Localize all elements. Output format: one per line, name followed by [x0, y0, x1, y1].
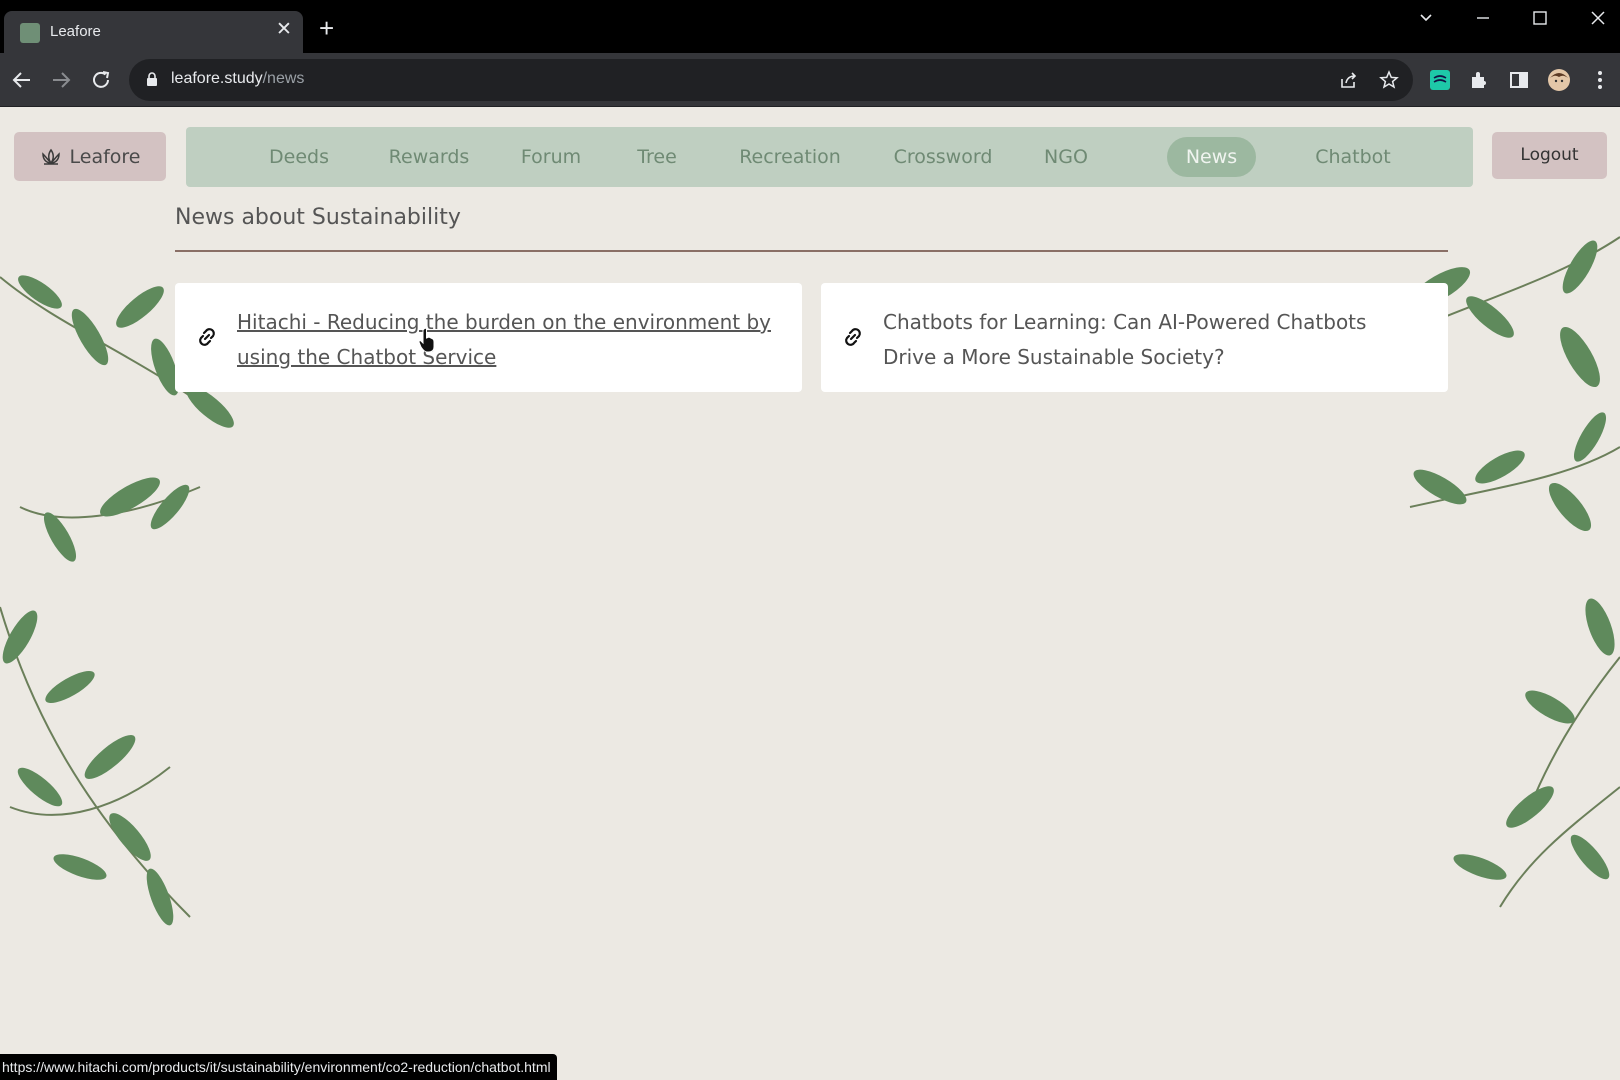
tab-search-icon[interactable]: [1416, 8, 1436, 28]
share-icon[interactable]: [1338, 69, 1360, 91]
address-bar[interactable]: leafore.study/news: [129, 59, 1413, 101]
browser-tab[interactable]: Leafore ✕: [4, 11, 303, 53]
menu-kebab-icon[interactable]: [1588, 68, 1612, 92]
brand-home-button[interactable]: Leafore: [14, 132, 166, 181]
close-window-icon[interactable]: [1588, 8, 1608, 28]
browser-titlebar: Leafore ✕ +: [0, 0, 1620, 53]
page-title: News about Sustainability: [175, 205, 461, 230]
nav-item-ngo[interactable]: NGO: [1038, 137, 1094, 177]
forward-icon[interactable]: [49, 68, 73, 92]
leaf-favicon-icon: [20, 23, 40, 43]
minimize-icon[interactable]: [1473, 8, 1493, 28]
url-domain: leafore.study: [171, 70, 263, 87]
nav-item-forum[interactable]: Forum: [516, 137, 586, 177]
side-panel-icon[interactable]: [1507, 68, 1531, 92]
nav-item-tree[interactable]: Tree: [632, 137, 682, 177]
lotus-logo-icon: [41, 148, 60, 165]
news-article-link[interactable]: Chatbots for Learning: Can AI-Powered Ch…: [883, 305, 1423, 375]
news-card: Chatbots for Learning: Can AI-Powered Ch…: [821, 283, 1448, 392]
nav-item-deeds[interactable]: Deeds: [262, 137, 336, 177]
new-tab-icon[interactable]: +: [319, 15, 334, 41]
bookmark-star-icon[interactable]: [1378, 69, 1400, 91]
nav-item-rewards[interactable]: Rewards: [382, 137, 476, 177]
reload-icon[interactable]: [89, 68, 113, 92]
extensions-puzzle-icon[interactable]: [1468, 68, 1492, 92]
title-divider: [175, 250, 1448, 252]
nav-item-news[interactable]: News: [1167, 137, 1256, 177]
url-text[interactable]: leafore.study/news: [171, 70, 304, 88]
url-path: /news: [262, 70, 305, 87]
nav-item-crossword[interactable]: Crossword: [886, 137, 1000, 177]
back-icon[interactable]: [10, 68, 34, 92]
brand-label: Leafore: [69, 145, 141, 168]
main-nav: Deeds Rewards Forum Tree Recreation Cros…: [186, 127, 1473, 187]
close-tab-icon[interactable]: ✕: [276, 20, 292, 40]
nav-item-chatbot[interactable]: Chatbot: [1310, 137, 1396, 177]
link-icon: [845, 328, 861, 346]
page-content: Leafore Deeds Rewards Forum Tree Recreat…: [0, 107, 1620, 1080]
news-article-link[interactable]: Hitachi - Reducing the burden on the env…: [237, 305, 777, 375]
tab-title: Leafore: [50, 23, 101, 40]
maximize-icon[interactable]: [1530, 8, 1550, 28]
link-icon: [199, 328, 215, 346]
nav-item-recreation[interactable]: Recreation: [728, 137, 852, 177]
status-bar-url: https://www.hitachi.com/products/it/sust…: [0, 1054, 557, 1080]
logout-button[interactable]: Logout: [1492, 132, 1607, 179]
hand-cursor-icon: [418, 327, 435, 353]
lock-icon[interactable]: [145, 71, 159, 87]
profile-avatar-icon[interactable]: [1547, 68, 1571, 92]
news-card: Hitachi - Reducing the burden on the env…: [175, 283, 802, 392]
extension-icon[interactable]: [1428, 68, 1452, 92]
